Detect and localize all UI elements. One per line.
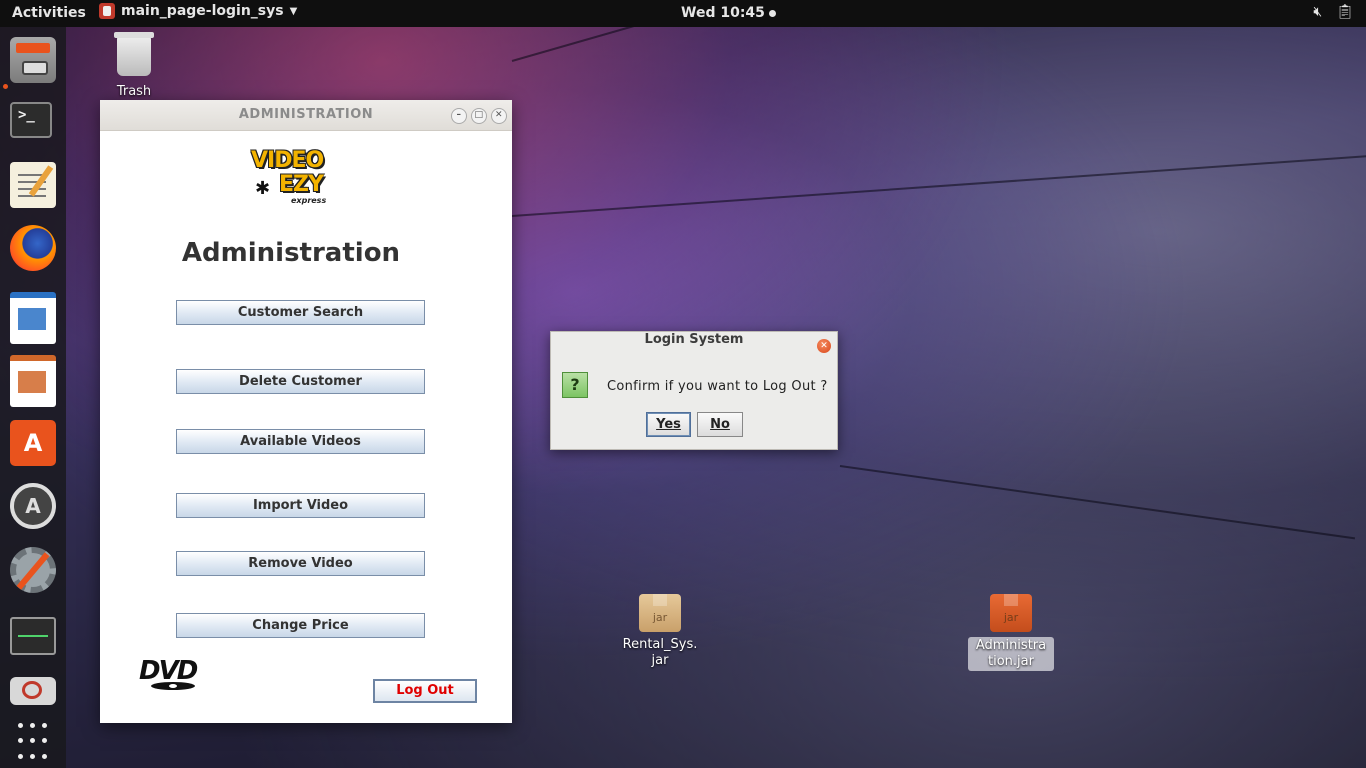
rental-jar-label-line2: jar [651,653,669,668]
settings-icon[interactable] [10,547,56,593]
screen-recorder-icon[interactable] [10,677,56,705]
dock: >_ A A [0,27,66,768]
logout-confirm-dialog: Login System ✕ ? Confirm if you want to … [550,331,838,450]
trash-label: Trash [116,84,152,99]
dialog-title: Login System [644,332,744,347]
system-monitor-icon[interactable] [10,617,56,655]
logo-text-express: express [291,196,327,205]
jar-file-icon: jar [639,594,681,632]
page-title: Administration [181,238,401,268]
app-menu[interactable]: main_page-login_sys ▼ [99,3,297,19]
terminal-prompt: >_ [18,107,35,123]
clipboard-icon[interactable]: 📋︎ [1336,4,1354,20]
import-video-button[interactable]: Import Video [176,493,425,518]
dvd-disc-icon [151,682,195,690]
firefox-icon[interactable] [10,225,56,271]
software-updater-icon[interactable]: A [10,483,56,529]
top-bar: Activities main_page-login_sys ▼ Wed 10:… [0,0,1366,27]
files-icon[interactable] [10,37,56,83]
minimize-icon[interactable]: – [451,108,467,124]
log-out-button[interactable]: Log Out [373,679,477,703]
close-icon[interactable]: ✕ [817,339,831,353]
maximize-icon[interactable]: □ [471,108,487,124]
dialog-titlebar[interactable]: Login System [551,332,837,360]
question-icon: ? [562,372,588,398]
video-ezy-logo: VIDEO ✱ EZY express [251,148,327,208]
libreoffice-impress-icon[interactable] [10,355,56,407]
text-editor-icon[interactable] [10,162,56,208]
available-videos-button[interactable]: Available Videos [176,429,425,454]
window-title: ADMINISTRATION [238,107,374,122]
jar-badge: jar [1003,611,1019,624]
no-button-label: No [710,417,730,432]
administration-window: ADMINISTRATION – □ ✕ VIDEO ✱ EZY express… [100,100,512,723]
chevron-down-icon: ▼ [289,5,298,17]
java-app-icon [99,3,115,19]
show-applications-icon[interactable] [10,717,56,763]
dialog-message: Confirm if you want to Log Out ? [607,379,828,394]
selected-label: Administra tion.jar [968,637,1054,671]
clock[interactable]: Wed 10:45 [681,5,776,21]
yes-button[interactable]: Yes [646,412,691,437]
speaker-muted-icon[interactable]: 🔇︎ [1313,4,1322,20]
delete-customer-button[interactable]: Delete Customer [176,369,425,394]
terminal-icon[interactable]: >_ [10,102,52,138]
logo-text-ezy: EZY [279,172,324,197]
customer-search-button[interactable]: Customer Search [176,300,425,325]
trash-icon [114,32,154,76]
activities-button[interactable]: Activities [12,5,86,21]
no-button[interactable]: No [697,412,743,437]
admin-jar-label-line2: tion.jar [988,654,1034,669]
change-price-button[interactable]: Change Price [176,613,425,638]
logo-star-icon: ✱ [255,178,271,199]
system-tray[interactable]: 🔇︎ 📋︎ [1313,4,1354,20]
desktop-admin-jar[interactable]: jar Administra tion.jar [968,594,1054,671]
app-menu-label: main_page-login_sys [121,3,284,19]
close-icon[interactable]: ✕ [491,108,507,124]
jar-badge: jar [652,611,668,624]
remove-video-button[interactable]: Remove Video [176,551,425,576]
notification-dot-icon [768,9,776,17]
dvd-logo-text: DVD [139,656,198,686]
rental-jar-label-line1: Rental_Sys. [622,637,698,652]
desktop-trash[interactable]: Trash [108,32,160,99]
software-center-icon[interactable]: A [10,420,56,466]
logo-text-video: VIDEO [251,148,324,173]
jar-file-icon: jar [990,594,1032,632]
dvd-logo: DVD [139,658,209,694]
libreoffice-writer-icon[interactable] [10,292,56,344]
desktop-rental-jar[interactable]: jar Rental_Sys. jar [616,594,704,669]
clock-label: Wed 10:45 [681,5,765,21]
admin-jar-label-line1: Administra [975,638,1047,653]
running-indicator [3,84,8,89]
window-titlebar[interactable]: ADMINISTRATION – □ ✕ [100,100,512,131]
yes-button-label: Yes [656,417,681,432]
